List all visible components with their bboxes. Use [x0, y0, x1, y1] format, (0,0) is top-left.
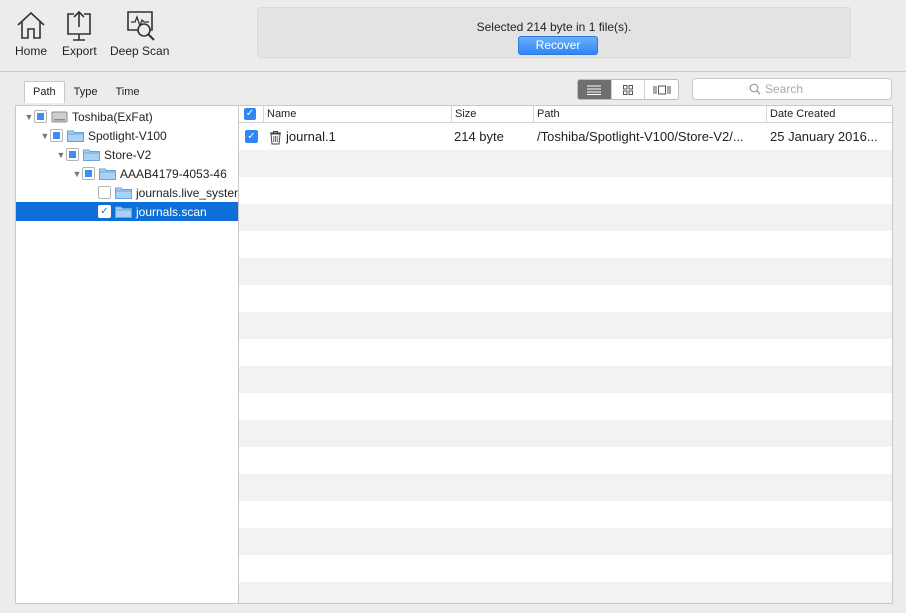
export-label: Export	[62, 44, 97, 58]
grid-view-icon	[623, 84, 633, 95]
search-icon	[749, 83, 761, 95]
row-stripe	[239, 150, 892, 177]
filter-tabs: Path Type Time	[24, 81, 149, 103]
table-body: ✓ journal.1 214 byte /Toshiba/Spotlight-…	[239, 123, 892, 603]
tree-item-label: journals.scan	[136, 204, 207, 219]
tree-item-store-v2[interactable]: ▼ Store-V2	[16, 145, 238, 164]
toolbar: Home Export Deep Scan Selected 214 byte …	[0, 0, 906, 72]
coverflow-view-button[interactable]	[645, 80, 678, 99]
list-view-button[interactable]	[578, 80, 612, 99]
search-input[interactable]	[765, 82, 835, 96]
file-size: 214 byte	[454, 129, 504, 144]
column-header-date[interactable]: Date Created	[766, 106, 892, 122]
column-header-name[interactable]: Name	[263, 106, 451, 122]
tree-checkbox[interactable]	[34, 110, 47, 123]
disclosure-triangle-icon[interactable]: ▼	[56, 150, 66, 160]
deleted-file-icon	[270, 131, 281, 145]
tree-item-spotlight[interactable]: ▼ Spotlight-V100	[16, 126, 238, 145]
row-stripe	[239, 366, 892, 393]
list-view-icon	[587, 85, 602, 95]
row-stripe	[239, 204, 892, 231]
search-field[interactable]	[692, 78, 892, 100]
folder-icon	[115, 187, 132, 199]
tree-item-label: journals.live_syster	[136, 185, 238, 200]
folder-icon	[67, 130, 84, 142]
tab-time[interactable]: Time	[107, 81, 149, 103]
file-path: /Toshiba/Spotlight-V100/Store-V2/...	[537, 129, 744, 144]
select-all-checkbox[interactable]: ✓	[244, 108, 256, 120]
export-button[interactable]: Export	[62, 8, 97, 58]
selection-status: Selected 214 byte in 1 file(s).	[476, 20, 632, 34]
row-stripe	[239, 528, 892, 555]
tree-item-label: AAAB4179-4053-46	[120, 166, 227, 181]
tree-checkbox[interactable]	[82, 167, 95, 180]
tree-item-aaab4179[interactable]: ▼ AAAB4179-4053-46	[16, 164, 238, 183]
folder-icon	[115, 206, 132, 218]
deep-scan-label: Deep Scan	[110, 44, 170, 58]
tree-item-journals-live[interactable]: journals.live_syster	[16, 183, 238, 202]
tree-item-journals-scan[interactable]: ✓ journals.scan	[16, 202, 238, 221]
tree-item-toshiba[interactable]: ▼ Toshiba(ExFat)	[16, 107, 238, 126]
tree-item-label: Toshiba(ExFat)	[72, 109, 153, 124]
file-date-created: 25 January 2016...	[770, 129, 878, 144]
disclosure-triangle-icon[interactable]: ▼	[40, 131, 50, 141]
drive-icon	[51, 111, 68, 123]
row-stripe	[239, 312, 892, 339]
tree-item-label: Store-V2	[104, 147, 152, 162]
column-header-path[interactable]: Path	[533, 106, 766, 122]
tree-checkbox[interactable]	[50, 129, 63, 142]
row-stripe	[239, 582, 892, 603]
row-stripe	[239, 420, 892, 447]
tree-item-label: Spotlight-V100	[88, 128, 167, 143]
home-button[interactable]: Home	[14, 8, 48, 58]
folder-icon	[99, 168, 116, 180]
home-icon	[17, 11, 45, 39]
tab-type[interactable]: Type	[65, 81, 107, 103]
row-stripe	[239, 258, 892, 285]
file-table: ✓ Name Size Path Date Created ✓ journal.…	[239, 105, 893, 604]
deep-scan-button[interactable]: Deep Scan	[110, 8, 169, 58]
folder-tree: ▼ Toshiba(ExFat) ▼ Spotlight-V100 ▼ Stor…	[15, 105, 239, 604]
recover-button[interactable]: Recover	[518, 36, 598, 55]
file-name: journal.1	[286, 129, 336, 144]
status-panel: Selected 214 byte in 1 file(s). Recover	[257, 7, 851, 58]
tree-checkbox[interactable]	[66, 148, 79, 161]
table-row[interactable]: ✓ journal.1 214 byte /Toshiba/Spotlight-…	[239, 124, 892, 150]
tree-checkbox[interactable]: ✓	[98, 205, 111, 218]
table-header: ✓ Name Size Path Date Created	[239, 106, 892, 123]
folder-icon	[83, 149, 100, 161]
disclosure-triangle-icon[interactable]: ▼	[24, 112, 34, 122]
grid-view-button[interactable]	[612, 80, 646, 99]
row-checkbox[interactable]: ✓	[245, 130, 258, 143]
deep-scan-icon	[126, 11, 155, 41]
tree-checkbox[interactable]	[98, 186, 111, 199]
row-stripe	[239, 474, 892, 501]
coverflow-view-icon	[653, 85, 671, 94]
view-mode-control	[577, 79, 679, 100]
disclosure-triangle-icon[interactable]: ▼	[72, 169, 82, 179]
tab-path[interactable]: Path	[24, 81, 65, 103]
export-icon	[67, 10, 92, 41]
column-header-size[interactable]: Size	[451, 106, 533, 122]
home-label: Home	[14, 44, 47, 58]
